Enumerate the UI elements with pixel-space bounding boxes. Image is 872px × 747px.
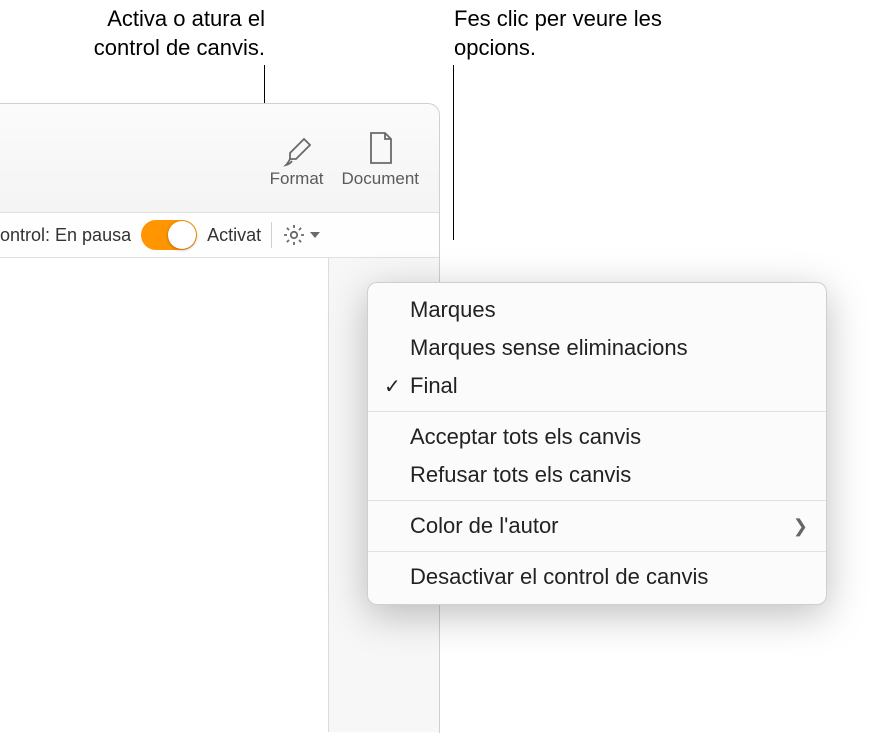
document-label: Document bbox=[342, 169, 419, 189]
menu-item-reject-all[interactable]: Refusar tots els canvis bbox=[368, 456, 826, 494]
menu-item-accept-all[interactable]: Acceptar tots els canvis bbox=[368, 418, 826, 456]
menu-item-label: Refusar tots els canvis bbox=[410, 462, 631, 488]
menu-item-label: Final bbox=[410, 373, 458, 399]
toolbar: Format Document bbox=[0, 104, 439, 212]
menu-item-label: Desactivar el control de canvis bbox=[410, 564, 708, 590]
format-button[interactable]: Format bbox=[270, 129, 324, 189]
menu-item-author-color[interactable]: Color de l'autor ❯ bbox=[368, 507, 826, 545]
gear-icon bbox=[282, 223, 306, 247]
tracking-toggle[interactable] bbox=[141, 220, 197, 250]
menu-item-markup[interactable]: Marques bbox=[368, 291, 826, 329]
chevron-right-icon: ❯ bbox=[793, 516, 808, 537]
menu-item-final[interactable]: Final bbox=[368, 367, 826, 405]
document-page bbox=[0, 258, 329, 732]
tracking-label: ontrol: En pausa bbox=[0, 225, 131, 246]
chevron-down-icon bbox=[308, 229, 322, 241]
document-icon bbox=[363, 129, 397, 167]
callout-options: Fes clic per veure les opcions. bbox=[454, 5, 684, 62]
menu-separator bbox=[368, 500, 826, 501]
document-button[interactable]: Document bbox=[342, 129, 419, 189]
tracking-state: Activat bbox=[207, 225, 261, 246]
format-label: Format bbox=[270, 169, 324, 189]
menu-item-label: Acceptar tots els canvis bbox=[410, 424, 641, 450]
menu-separator bbox=[368, 551, 826, 552]
menu-separator bbox=[368, 411, 826, 412]
menu-item-label: Marques bbox=[410, 297, 496, 323]
brush-icon bbox=[280, 129, 314, 167]
tracking-bar: ontrol: En pausa Activat bbox=[0, 212, 439, 258]
divider bbox=[271, 222, 272, 248]
callout-line bbox=[453, 65, 454, 240]
menu-item-label: Color de l'autor bbox=[410, 513, 559, 539]
menu-item-disable-tracking[interactable]: Desactivar el control de canvis bbox=[368, 558, 826, 596]
menu-item-markup-no-deletions[interactable]: Marques sense eliminacions bbox=[368, 329, 826, 367]
menu-item-label: Marques sense eliminacions bbox=[410, 335, 688, 361]
tracking-options-menu: Marques Marques sense eliminacions Final… bbox=[367, 282, 827, 605]
tracking-options-dropdown[interactable] bbox=[282, 223, 322, 247]
callout-toggle: Activa o atura el control de canvis. bbox=[40, 5, 265, 62]
